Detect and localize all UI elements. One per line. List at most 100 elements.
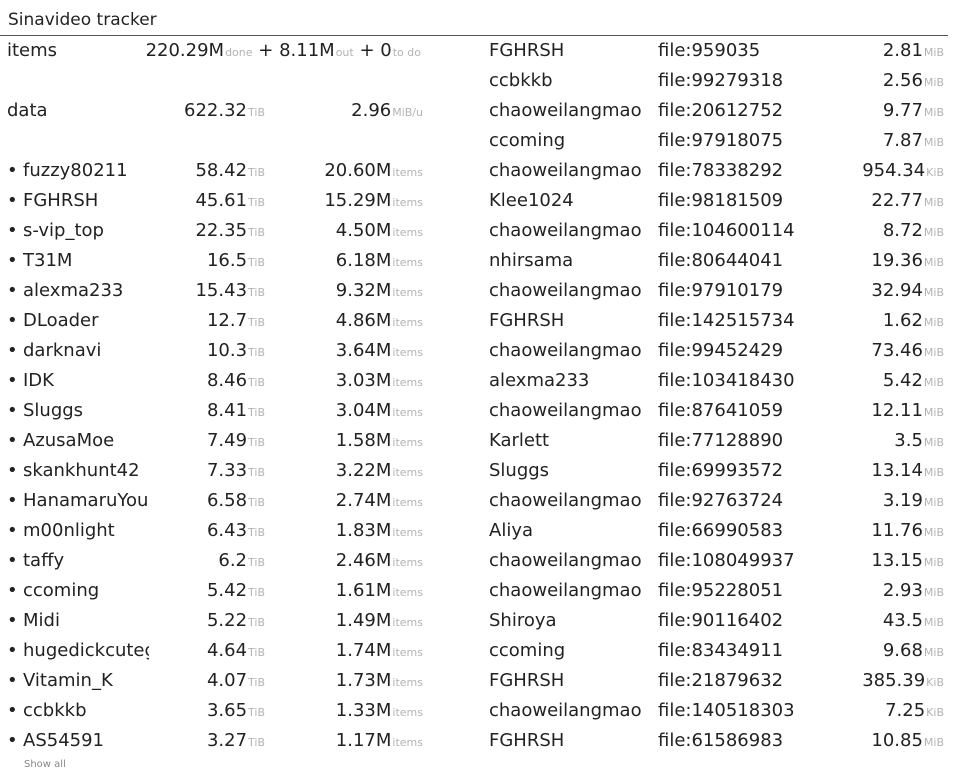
downloader-items: 4.86Mitems — [336, 309, 423, 335]
log-size-unit: MiB — [923, 346, 944, 359]
downloader-name[interactable]: • s-vip_top — [7, 219, 149, 243]
log-size-value: 8.72 — [882, 220, 923, 241]
log-size: 3.19MiB — [883, 489, 944, 515]
downloader-name[interactable]: • ccbkkb — [7, 699, 149, 723]
data-total-unit: TiB — [248, 106, 265, 119]
size-value: 7.49 — [206, 430, 248, 451]
downloader-name[interactable]: • alexma233 — [7, 279, 149, 303]
downloader-name[interactable]: • m00nlight — [7, 519, 149, 543]
log-row: Sluggs file:69993572 13.14MiB — [489, 459, 948, 489]
downloader-items: 2.46Mitems — [336, 549, 423, 575]
size-value: 10.3 — [206, 340, 248, 361]
log-size-unit: MiB — [923, 106, 944, 119]
downloader-label: FGHRSH — [23, 190, 99, 211]
downloader-name[interactable]: • Vitamin_K — [7, 669, 149, 693]
downloader-label: IDK — [23, 370, 54, 391]
size-unit: TiB — [248, 466, 265, 479]
downloader-name[interactable]: • ccoming — [7, 579, 149, 603]
downloader-label: DLoader — [23, 310, 99, 331]
downloader-name[interactable]: • AS54591 — [7, 729, 149, 753]
size-unit: TiB — [248, 436, 265, 449]
downloader-items: 6.18Mitems — [336, 249, 423, 275]
log-size-value: 73.46 — [871, 340, 923, 361]
log-size-value: 13.14 — [871, 460, 923, 481]
downloader-name[interactable]: • IDK — [7, 369, 149, 393]
downloader-name[interactable]: • FGHRSH — [7, 189, 149, 213]
items-unit: items — [392, 556, 423, 569]
bullet-icon: • — [7, 430, 18, 451]
leaderboard-row: • ccoming 5.42TiB 1.61Mitems — [7, 579, 427, 609]
downloader-label: T31M — [23, 250, 73, 271]
log-size-value: 10.85 — [871, 730, 923, 751]
log-size-unit: MiB — [923, 136, 944, 149]
log-row: FGHRSH file:61586983 10.85MiB — [489, 729, 948, 759]
downloader-name[interactable]: • Midi — [7, 609, 149, 633]
items-unit: items — [392, 316, 423, 329]
size-value: 6.2 — [218, 550, 248, 571]
downloader-name[interactable]: • AzusaMoe — [7, 429, 149, 453]
bullet-icon: • — [7, 550, 18, 571]
show-all-link[interactable]: Show all — [24, 759, 66, 770]
log-user: chaoweilangmao — [489, 550, 642, 571]
log-row: chaoweilangmao file:108049937 13.15MiB — [489, 549, 948, 579]
log-row: chaoweilangmao file:95228051 2.93MiB — [489, 579, 948, 609]
data-label: data — [7, 100, 48, 121]
downloader-name[interactable]: • fuzzy80211 — [7, 159, 149, 183]
items-value: 6.18M — [335, 250, 392, 271]
items-unit: items — [392, 466, 423, 479]
downloader-items: 1.73Mitems — [336, 669, 423, 695]
log-size-unit: MiB — [923, 496, 944, 509]
downloader-label: m00nlight — [23, 520, 115, 541]
items-value: 1.61M — [335, 580, 392, 601]
downloader-label: s-vip_top — [23, 220, 104, 241]
downloader-label: AS54591 — [23, 730, 104, 751]
log-user: chaoweilangmao — [489, 580, 642, 601]
recent-downloads-log: FGHRSH file:959035 2.81MiB ccbkkb file:99279… — [489, 39, 948, 759]
size-value: 4.64 — [206, 640, 248, 661]
items-value: 1.73M — [335, 670, 392, 691]
log-row: nhirsama file:80644041 19.36MiB — [489, 249, 948, 279]
log-size-unit: KiB — [926, 676, 944, 689]
size-unit: TiB — [248, 226, 265, 239]
log-row: FGHRSH file:21879632 385.39KiB — [489, 669, 948, 699]
downloader-items: 3.03Mitems — [336, 369, 423, 395]
log-size: 13.15MiB — [871, 549, 944, 575]
log-size-value: 7.87 — [882, 130, 923, 151]
downloader-name[interactable]: • hugedickcuteg — [7, 639, 149, 663]
log-size-unit: MiB — [923, 436, 944, 449]
downloader-name[interactable]: • DLoader — [7, 309, 149, 333]
downloader-size: 6.2TiB — [218, 549, 265, 575]
bullet-icon: • — [7, 730, 18, 751]
downloader-name[interactable]: • skankhunt42 — [7, 459, 149, 483]
size-value: 58.42 — [195, 160, 248, 181]
downloader-size: 8.46TiB — [207, 369, 265, 395]
downloader-items: 1.17Mitems — [336, 729, 423, 755]
log-size: 10.85MiB — [871, 729, 944, 755]
log-row: Klee1024 file:98181509 22.77MiB — [489, 189, 948, 219]
downloader-name[interactable]: • Sluggs — [7, 399, 149, 423]
log-file: file:80644041 — [658, 250, 784, 271]
log-row: Aliya file:66990583 11.76MiB — [489, 519, 948, 549]
log-file: file:92763724 — [658, 490, 784, 511]
items-unit: items — [392, 526, 423, 539]
log-user: Shiroya — [489, 610, 557, 631]
log-size: 7.25KiB — [885, 699, 944, 725]
downloader-name[interactable]: • HanamaruYou — [7, 489, 149, 513]
bullet-icon: • — [7, 400, 18, 421]
downloader-name[interactable]: • darknavi — [7, 339, 149, 363]
bullet-icon: • — [7, 340, 18, 361]
log-user: chaoweilangmao — [489, 280, 642, 301]
log-user: ccoming — [489, 130, 566, 151]
bullet-icon: • — [7, 580, 18, 601]
bullet-icon: • — [7, 250, 18, 271]
items-unit: items — [392, 406, 423, 419]
log-row: Shiroya file:90116402 43.5MiB — [489, 609, 948, 639]
log-file: file:95228051 — [658, 580, 784, 601]
log-row: chaoweilangmao file:104600114 8.72MiB — [489, 219, 948, 249]
downloader-name[interactable]: • taffy — [7, 549, 149, 573]
downloader-items: 3.64Mitems — [336, 339, 423, 365]
leaderboard-row: • Sluggs 8.41TiB 3.04Mitems — [7, 399, 427, 429]
downloader-name[interactable]: • T31M — [7, 249, 149, 273]
log-size-value: 43.5 — [882, 610, 923, 631]
bullet-icon: • — [7, 640, 18, 661]
